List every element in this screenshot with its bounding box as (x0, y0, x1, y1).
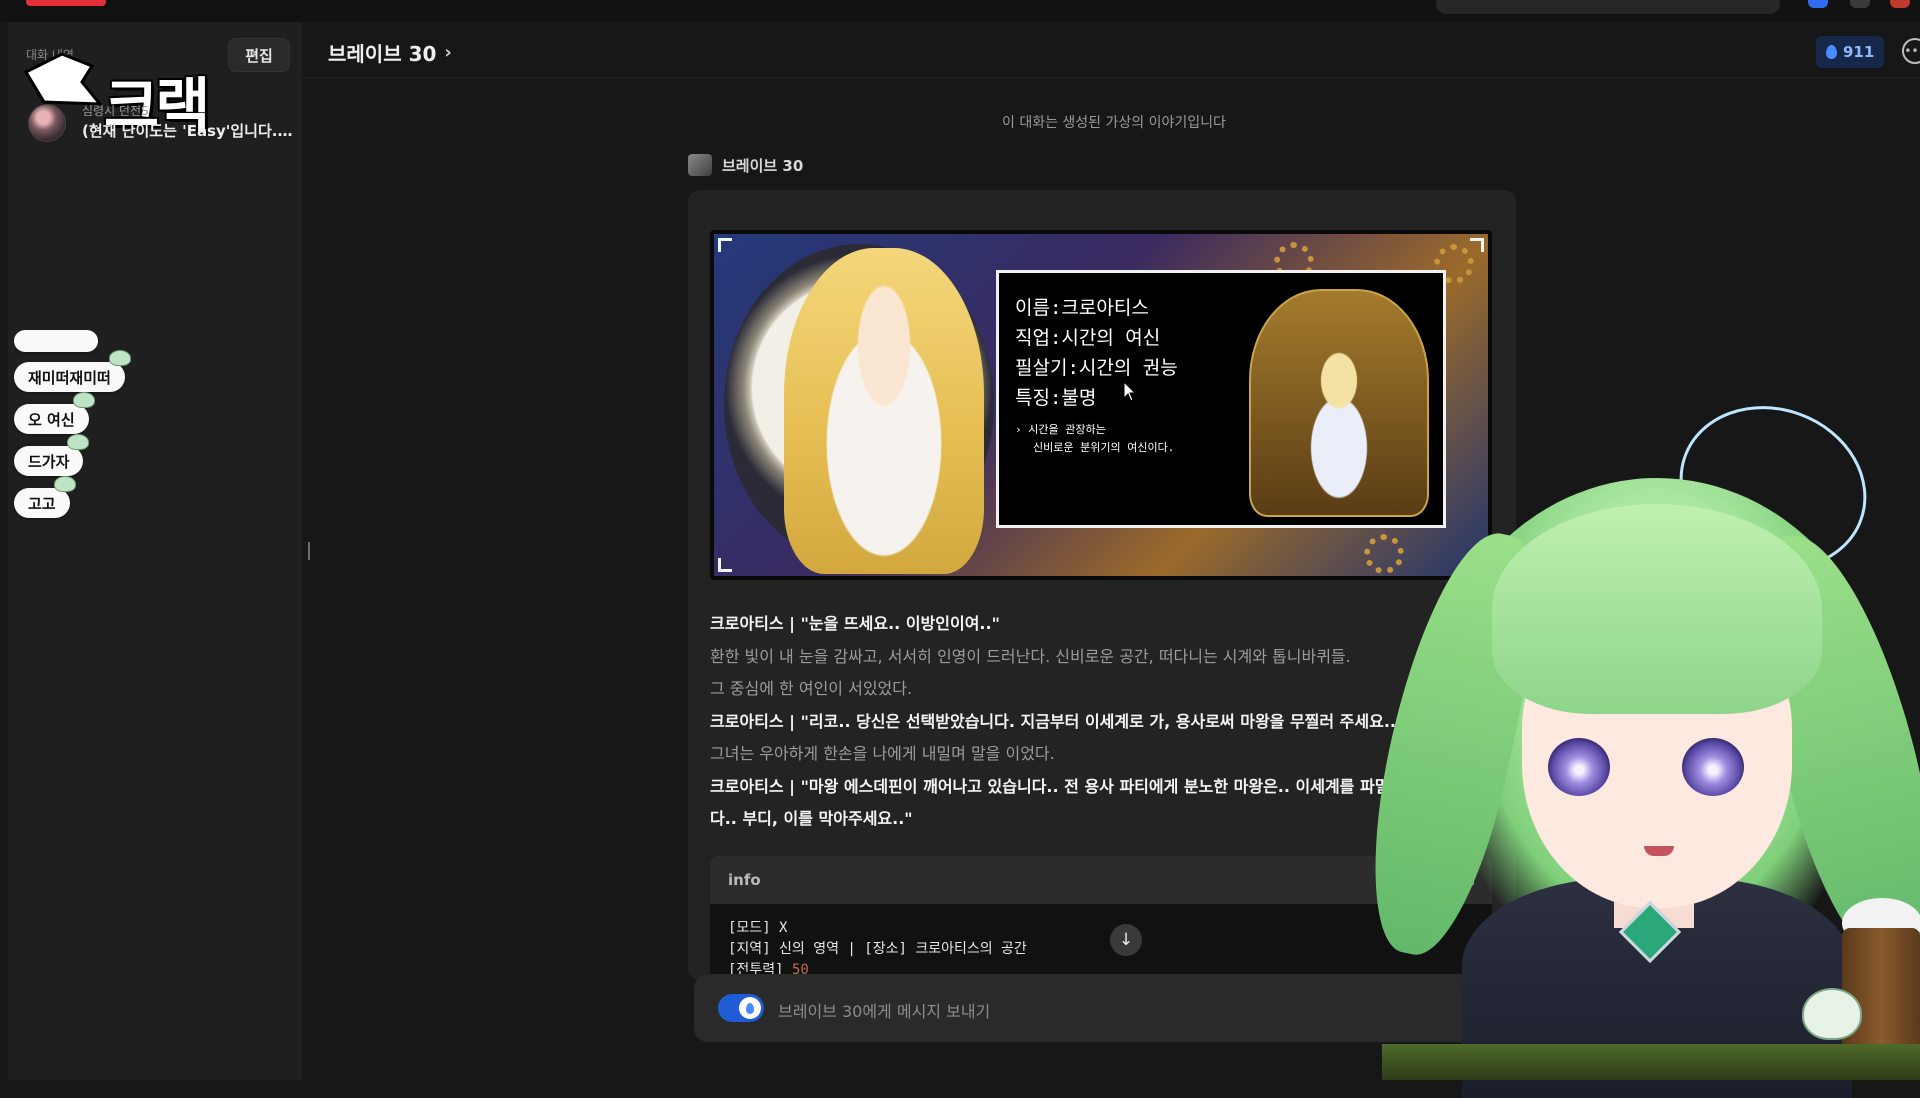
stream-chat-bubble: 고고 (14, 476, 76, 518)
info-line: [지역] 신의 영역 | [장소] 크로아티스의 공간 (728, 941, 1027, 957)
mouse-cursor-icon (1123, 380, 1136, 402)
desc-text-2: 신비로운 분위기의 여신이다. (1033, 441, 1175, 454)
grass-ledge (1382, 1044, 1920, 1080)
toggle-knob (739, 997, 761, 1019)
character-skill-line: 필살기:시간의 권능 (1015, 357, 1178, 379)
avatar-eye-right (1682, 738, 1744, 796)
drop-icon (746, 1002, 754, 1014)
info-content: [모드] X [지역] 신의 영역 | [장소] 크로아티스의 공간 [전투력]… (728, 918, 1027, 980)
fiction-notice: 이 대화는 생성된 가상의 이야기입니다 (1002, 115, 1226, 131)
vtuber-avatar-overlay (1348, 380, 1920, 1098)
speaker-name: 브레이브 30 (722, 156, 804, 175)
message-icon[interactable] (1808, 0, 1828, 8)
info-line: [모드] X (728, 920, 788, 936)
desc-text-1: 시간을 관장하는 (1028, 423, 1106, 436)
credit-badge[interactable]: 911 (1816, 36, 1885, 68)
stream-chat-bubble: 오 여신 (14, 392, 95, 434)
boost-toggle[interactable] (718, 994, 764, 1022)
top-search-bar[interactable] (1436, 0, 1780, 14)
credit-count: 911 (1843, 43, 1875, 61)
mascot-icon (108, 350, 131, 366)
avatar-bangs (1492, 504, 1822, 714)
chat-name: 심령시 던전S (82, 104, 149, 118)
character-info-panel: 이름:크로아티스 직업:시간의 여신 필살기:시간의 권능 특징:불명 › 시간… (996, 270, 1446, 528)
avatar-eye-left (1548, 738, 1610, 796)
chat-preview: (현재 난이도는 'Easy'입니다. ... (82, 122, 294, 140)
chat-history-item[interactable]: 심령시 던전S (현재 난이도는 'Easy'입니다. ... (28, 102, 294, 162)
character-desc-line: 신비로운 분위기의 여신이다. (1033, 439, 1174, 455)
bubble-text: 오 여신 (28, 410, 75, 429)
mascot-icon (67, 434, 90, 450)
arrow-down-icon[interactable]: ↓ (1110, 924, 1142, 956)
frame-corner (1470, 238, 1484, 252)
drop-icon (1826, 45, 1837, 59)
message-input-placeholder[interactable]: 브레이브 30에게 메시지 보내기 (778, 998, 990, 1022)
chat-header: 브레이브 30 › 911 ••• (302, 22, 1920, 78)
character-card-image: 이름:크로아티스 직업:시간의 여신 필살기:시간의 권능 특징:불명 › 시간… (710, 230, 1492, 580)
avatar (28, 104, 66, 142)
mascot-icon (72, 392, 95, 408)
notification-icon[interactable] (1850, 0, 1870, 8)
edit-button[interactable]: 편집 (228, 38, 290, 72)
stream-chat-bubble: 재미떠재미떠 (14, 350, 131, 392)
frame-corner (718, 238, 732, 252)
stream-chat-bubble (14, 330, 98, 352)
sidebar: 대화 내역 편집 크랙 심령시 던전S (현재 난이도는 'Easy'입니다. … (8, 22, 310, 1080)
bubble-text: 드가자 (28, 452, 70, 471)
top-strip (0, 0, 1920, 22)
mascot-icon (53, 476, 76, 492)
character-name-line: 이름:크로아티스 (1015, 297, 1149, 319)
frame-corner (718, 558, 732, 572)
more-icon[interactable]: ••• (1902, 38, 1920, 64)
chat-title[interactable]: 브레이브 30 › (328, 38, 452, 67)
character-desc-line: › 시간을 관장하는 (1015, 423, 1106, 436)
brand-mark (26, 0, 106, 6)
bubble-text: 고고 (28, 494, 56, 513)
chat-title-text: 브레이브 30 (328, 42, 437, 66)
stream-chat-bubble: 드가자 (14, 434, 90, 476)
bubble-text: 재미떠재미떠 (28, 368, 111, 387)
chevron-right-icon: › (444, 42, 452, 63)
character-trait-line: 특징:불명 (1015, 387, 1097, 409)
goddess-illustration (784, 248, 984, 574)
profile-icon[interactable] (1890, 0, 1910, 8)
mascot-icon (1802, 988, 1862, 1040)
avatar (688, 154, 712, 176)
character-job-line: 직업:시간의 여신 (1015, 327, 1161, 349)
speaker-label: 브레이브 30 (688, 154, 803, 176)
resize-handle[interactable] (308, 542, 310, 560)
